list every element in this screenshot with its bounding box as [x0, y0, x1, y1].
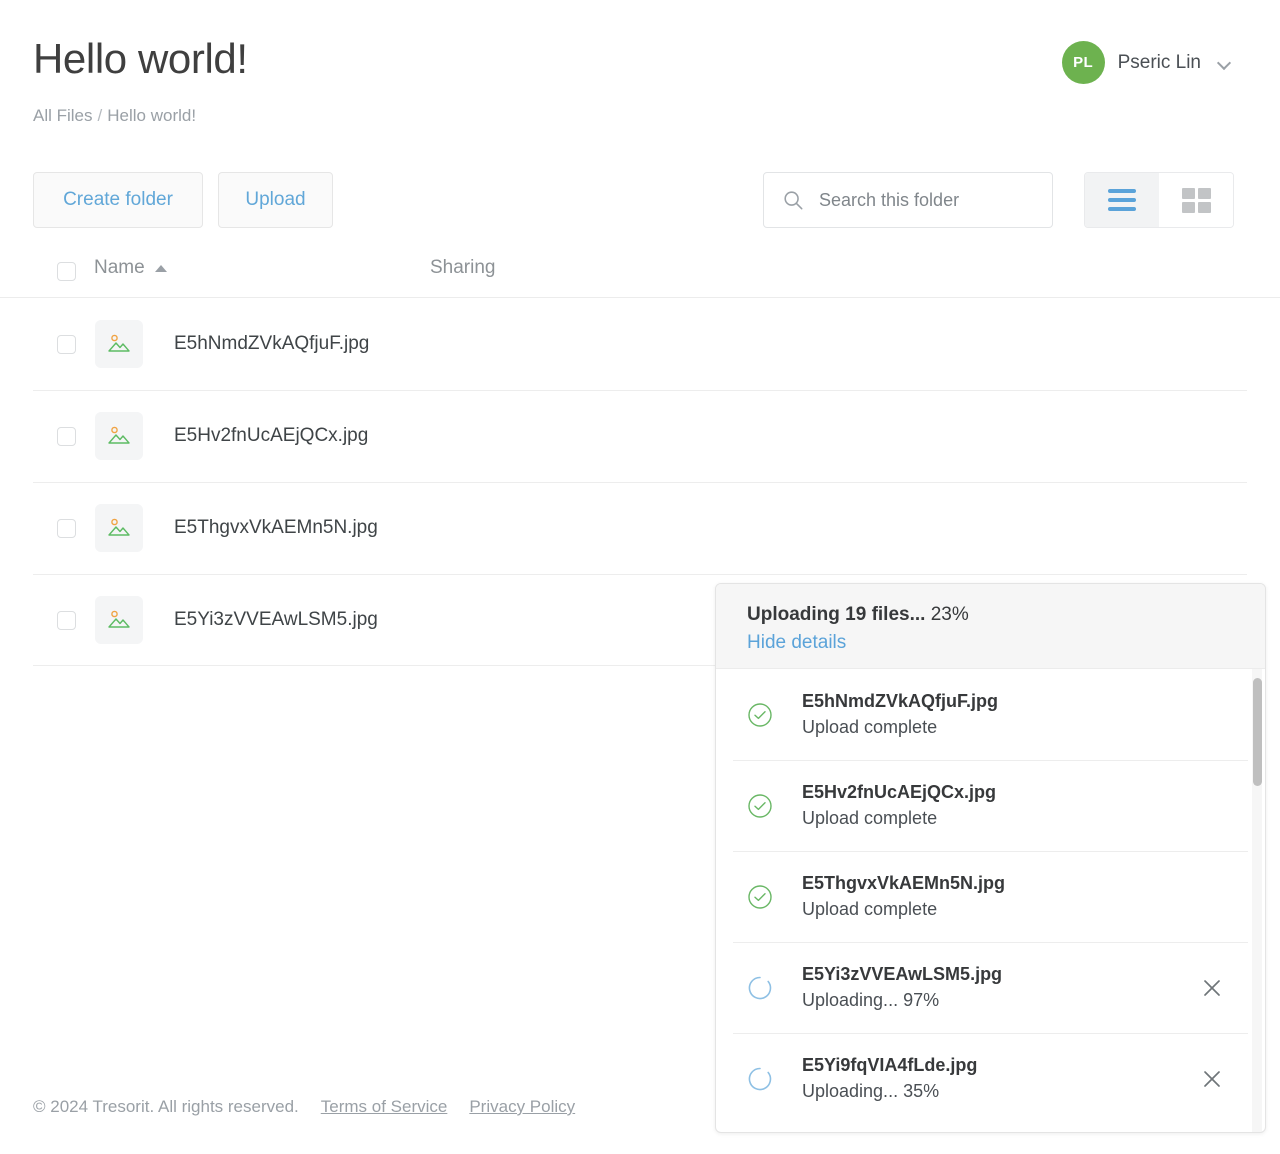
image-file-icon: [95, 320, 143, 368]
row-checkbox[interactable]: [57, 610, 76, 630]
upload-item-texts: E5Yi3zVVEAwLSM5.jpg Uploading... 97%: [802, 961, 1199, 1014]
table-row[interactable]: E5Hv2fnUcAEjQCx.jpg: [0, 390, 1280, 482]
upload-item-texts: E5Hv2fnUcAEjQCx.jpg Upload complete: [802, 779, 1265, 832]
privacy-policy-link[interactable]: Privacy Policy: [469, 1097, 575, 1117]
copyright-text: © 2024 Tresorit. All rights reserved.: [33, 1097, 299, 1116]
spinner-icon: [748, 976, 772, 999]
search-input[interactable]: Search this folder: [763, 172, 1053, 228]
file-browser-page: Hello world! All Files / Hello world! PL P…: [0, 0, 1280, 1154]
list-item: E5ThgvxVkAEMn5N.jpg Upload complete: [716, 851, 1265, 942]
upload-item-status: Uploading... 97%: [802, 990, 940, 1010]
check-circle-icon: [748, 884, 772, 909]
toolbar: Create folder Upload Search this folder: [0, 172, 1280, 228]
breadcrumb-root[interactable]: All Files: [33, 106, 93, 125]
upload-item-status: Upload complete: [802, 717, 938, 737]
sort-ascending-icon: [154, 264, 167, 272]
image-file-icon: [95, 412, 143, 460]
upload-item-status: Upload complete: [802, 899, 938, 919]
upload-item-texts: E5hNmdZVkAQfjuF.jpg Upload complete: [802, 688, 1265, 741]
page-title: Hello world!: [33, 35, 248, 82]
search-placeholder: Search this folder: [819, 189, 960, 210]
check-circle-icon: [748, 793, 772, 818]
file-name: E5Hv2fnUcAEjQCx.jpg: [174, 425, 369, 446]
upload-item-name: E5Yi9fqVIA4fLde.jpg: [802, 1055, 978, 1075]
upload-item-list: E5hNmdZVkAQfjuF.jpg Upload complete E5Hv…: [716, 669, 1265, 1132]
upload-panel-title: Uploading 19 files... 23%: [747, 601, 1265, 629]
user-name-label: Pseric Lin: [1117, 51, 1201, 73]
row-checkbox[interactable]: [57, 334, 76, 354]
user-menu[interactable]: PL Pseric Lin: [1061, 41, 1232, 84]
upload-button[interactable]: Upload: [218, 172, 333, 228]
list-view-icon: [1108, 189, 1136, 211]
upload-panel-title-main: Uploading 19 files...: [747, 604, 926, 625]
footer: © 2024 Tresorit. All rights reserved. Te…: [33, 1097, 575, 1117]
table-row[interactable]: E5hNmdZVkAQfjuF.jpg: [0, 298, 1280, 390]
table-header: Name Sharing: [0, 245, 1280, 298]
spinner-icon: [748, 1067, 772, 1090]
scrollbar-thumb[interactable]: [1253, 678, 1262, 786]
list-item: E5Yi3zVVEAwLSM5.jpg Uploading... 97%: [716, 942, 1265, 1033]
upload-item-status: Upload complete: [802, 808, 938, 828]
list-item: E5Hv2fnUcAEjQCx.jpg Upload complete: [716, 760, 1265, 851]
image-file-icon: [95, 596, 143, 644]
upload-item-status: Uploading... 35%: [802, 1081, 940, 1101]
select-all-checkbox[interactable]: [57, 262, 76, 281]
row-checkbox[interactable]: [57, 426, 76, 446]
chevron-down-icon[interactable]: [1218, 58, 1232, 67]
upload-panel-overall-percent: 23%: [930, 604, 969, 625]
image-file-icon: [95, 504, 143, 552]
upload-item-name: E5Hv2fnUcAEjQCx.jpg: [802, 782, 997, 802]
column-header-sharing[interactable]: Sharing: [430, 257, 496, 279]
avatar: PL: [1061, 41, 1105, 84]
scrollbar[interactable]: [1252, 669, 1262, 1132]
breadcrumb-separator: /: [97, 106, 103, 125]
list-item: E5Yi9fqVIA4fLde.jpg Uploading... 35%: [716, 1033, 1265, 1124]
table-row[interactable]: E5ThgvxVkAEMn5N.jpg: [0, 482, 1280, 574]
file-name: E5hNmdZVkAQfjuF.jpg: [174, 333, 370, 354]
create-folder-button[interactable]: Create folder: [33, 172, 203, 228]
upload-item-texts: E5ThgvxVkAEMn5N.jpg Upload complete: [802, 870, 1265, 923]
close-icon[interactable]: [1199, 1066, 1225, 1092]
column-header-name-label: Name: [94, 257, 145, 278]
check-circle-icon: [748, 702, 772, 727]
upload-item-name: E5hNmdZVkAQfjuF.jpg: [802, 691, 999, 711]
breadcrumb: All Files / Hello world!: [33, 104, 196, 128]
list-view-button[interactable]: [1085, 173, 1159, 227]
upload-item-name: E5Yi3zVVEAwLSM5.jpg: [802, 964, 1003, 984]
upload-progress-panel: Uploading 19 files... 23% Hide details E…: [715, 583, 1266, 1133]
file-name: E5ThgvxVkAEMn5N.jpg: [174, 517, 378, 538]
search-icon: [784, 191, 803, 210]
breadcrumb-current: Hello world!: [107, 106, 197, 125]
view-toggle: [1084, 172, 1234, 228]
avatar-initials: PL: [1073, 54, 1094, 71]
list-item: E5hNmdZVkAQfjuF.jpg Upload complete: [716, 669, 1265, 760]
column-header-name[interactable]: Name: [94, 257, 167, 279]
upload-item-name: E5ThgvxVkAEMn5N.jpg: [802, 873, 1006, 893]
grid-view-icon: [1182, 187, 1211, 213]
hide-details-link[interactable]: Hide details: [747, 629, 1265, 657]
upload-panel-header: Uploading 19 files... 23% Hide details: [716, 584, 1265, 669]
row-checkbox[interactable]: [57, 518, 76, 538]
file-name: E5Yi3zVVEAwLSM5.jpg: [174, 609, 378, 630]
upload-item-texts: E5Yi9fqVIA4fLde.jpg Uploading... 35%: [802, 1052, 1199, 1105]
grid-view-button[interactable]: [1159, 173, 1233, 227]
close-icon[interactable]: [1199, 975, 1225, 1001]
terms-of-service-link[interactable]: Terms of Service: [321, 1097, 448, 1117]
